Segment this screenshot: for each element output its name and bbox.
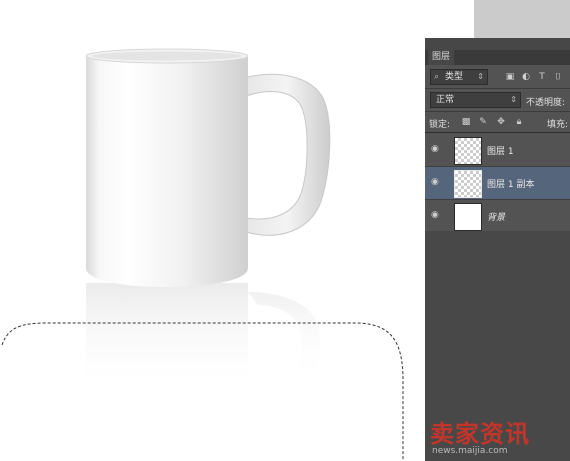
search-icon: ⌕ bbox=[434, 72, 440, 82]
layer-row[interactable]: ◉ 图层 1 bbox=[425, 134, 570, 167]
lock-row: 锁定: ▩ ✎ ✥ 🔒︎ 填充: bbox=[425, 112, 570, 133]
lock-transparent-icon[interactable]: ▩ bbox=[461, 117, 471, 127]
layer-thumbnail bbox=[454, 170, 482, 198]
chevron-updown-icon: ⇕ bbox=[510, 95, 517, 104]
layer-name: 图层 1 副本 bbox=[487, 180, 535, 190]
mug-reflection bbox=[86, 283, 321, 395]
lock-label: 锁定: bbox=[429, 120, 451, 130]
adjustment-filter-icon[interactable]: ◐ bbox=[521, 72, 531, 82]
lock-paint-icon[interactable]: ✎ bbox=[478, 117, 488, 127]
eye-icon[interactable]: ◉ bbox=[431, 178, 441, 187]
watermark-text: 卖家资讯 bbox=[430, 420, 530, 448]
layer-row-background[interactable]: ◉ 背景 bbox=[425, 200, 570, 233]
lock-all-icon[interactable]: 🔒︎ bbox=[514, 117, 524, 127]
mug-body bbox=[86, 56, 248, 287]
image-filter-icon[interactable]: ▣ bbox=[505, 72, 515, 82]
blend-row: 正常 ⇕ 不透明度: bbox=[425, 89, 570, 112]
shape-filter-icon[interactable]: ⌷ bbox=[553, 72, 563, 82]
panel-header-strip[interactable] bbox=[425, 38, 570, 50]
workspace-background bbox=[474, 0, 570, 38]
lock-move-icon[interactable]: ✥ bbox=[496, 117, 506, 127]
type-filter-icon[interactable]: T bbox=[537, 72, 547, 82]
filter-row: ⌕ 类型 ⇕ ▣ ◐ T ⌷ bbox=[425, 66, 570, 89]
layer-name: 图层 1 bbox=[487, 147, 514, 157]
layer-name: 背景 bbox=[487, 213, 506, 223]
watermark-url: news.maijia.com bbox=[432, 446, 508, 456]
layers-panel: 图层 ⌕ 类型 ⇕ ▣ ◐ T ⌷ 正常 ⇕ 不透明度: 锁定: ▩ ✎ ✥ 🔒… bbox=[425, 38, 570, 461]
mug-handle bbox=[243, 73, 331, 236]
layer-thumbnail bbox=[454, 203, 482, 231]
chevron-updown-icon: ⇕ bbox=[477, 72, 484, 81]
tab-layers[interactable]: 图层 bbox=[428, 50, 455, 65]
opacity-label: 不透明度: bbox=[526, 98, 566, 108]
blend-mode-value: 正常 bbox=[436, 95, 455, 105]
layer-thumbnail bbox=[454, 137, 482, 165]
eye-icon[interactable]: ◉ bbox=[431, 211, 441, 220]
filter-kind-select[interactable]: ⌕ 类型 ⇕ bbox=[430, 69, 488, 85]
layer-row-selected[interactable]: ◉ 图层 1 副本 bbox=[425, 167, 570, 200]
fill-label: 填充: bbox=[547, 120, 569, 130]
blend-mode-select[interactable]: 正常 ⇕ bbox=[430, 92, 521, 108]
filter-kind-value: 类型 bbox=[445, 72, 464, 82]
eye-icon[interactable]: ◉ bbox=[431, 145, 441, 154]
